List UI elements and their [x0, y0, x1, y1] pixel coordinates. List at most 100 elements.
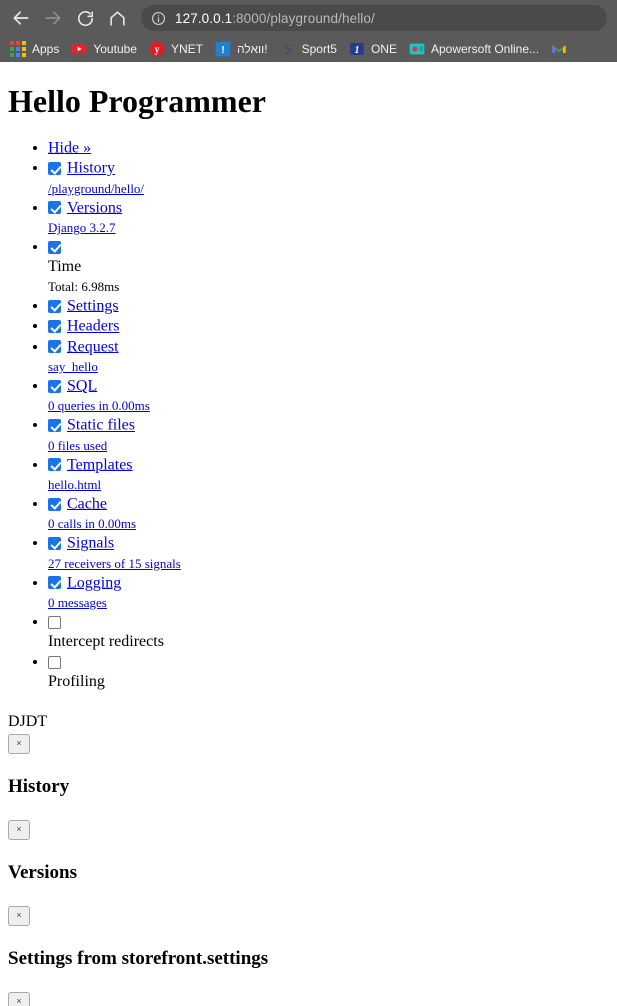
info-circle-icon[interactable]	[151, 11, 166, 26]
sub-link[interactable]: 27 receivers of 15 signals	[48, 556, 181, 571]
panel-link-headers[interactable]: Headers	[67, 318, 119, 335]
bookmark-youtube[interactable]: Youtube	[65, 38, 143, 60]
apps-grid-icon	[10, 41, 26, 57]
svg-text:y: y	[154, 44, 159, 55]
panel-link-cache[interactable]: Cache	[67, 495, 107, 512]
panel-link-versions[interactable]: Versions	[67, 199, 122, 216]
bookmarks-bar: Apps Youtube y YNET ! וואלה! 5 Sport5 1 …	[0, 36, 617, 62]
bookmark-apowersoft[interactable]: Apowersoft Online...	[403, 38, 545, 60]
sub-link[interactable]: 0 files used	[48, 438, 107, 453]
panel-checkbox-sql[interactable]	[48, 379, 61, 393]
svg-text:!: !	[221, 45, 224, 56]
panel-link-sql[interactable]: SQL	[67, 377, 97, 394]
address-bar[interactable]: 127.0.0.1:8000/playground/hello/	[141, 5, 607, 31]
section-heading-versions: Versions	[8, 861, 77, 883]
panel-link-logging[interactable]: Logging	[67, 574, 121, 591]
sub-link[interactable]: 0 queries in 0.00ms	[48, 398, 150, 413]
home-icon	[108, 9, 127, 28]
sub-link[interactable]: /playground/hello/	[48, 181, 144, 196]
bookmark-apps[interactable]: Apps	[4, 38, 65, 60]
bookmark-label: YNET	[170, 42, 203, 56]
panel-checkbox-templates[interactable]	[48, 458, 61, 472]
walla-icon: !	[215, 41, 231, 57]
sub-link[interactable]: 0 messages	[48, 595, 107, 610]
panel-checkbox-request[interactable]	[48, 340, 61, 354]
panel-label-intercept-redirects: Intercept redirects	[48, 632, 164, 650]
section-heading-history: History	[8, 775, 70, 797]
bookmark-label: Apowersoft Online...	[430, 42, 540, 56]
close-button-versions[interactable]: ×	[8, 905, 30, 926]
section-heading-settings: Settings from storefront.settings	[8, 947, 269, 969]
panel-link-signals[interactable]: Signals	[67, 535, 114, 552]
close-button-history[interactable]: ×	[8, 819, 30, 840]
panel-checkbox-profiling[interactable]	[48, 655, 61, 669]
panel-link-request[interactable]: Request	[67, 338, 119, 355]
close-button-settings[interactable]: ×	[8, 991, 30, 1006]
panel-link-templates[interactable]: Templates	[67, 456, 133, 473]
panel-label-time: Time	[48, 257, 82, 275]
panel-checkbox-time[interactable]	[48, 240, 61, 254]
bookmark-sport5[interactable]: 5 Sport5	[274, 38, 343, 60]
reload-button[interactable]	[70, 3, 100, 33]
list-item: Signals 27 receivers of 15 signals	[48, 533, 609, 572]
list-item: Intercept redirects	[48, 612, 609, 652]
sub-link[interactable]: say_hello	[48, 359, 98, 374]
bookmark-label: ONE	[370, 42, 397, 56]
arrow-left-icon	[11, 8, 31, 28]
list-item: Static files 0 files used	[48, 415, 609, 454]
list-item: History /playground/hello/	[48, 158, 609, 197]
panel-checkbox-cache[interactable]	[48, 497, 61, 511]
url-path: :8000/playground/hello/	[232, 10, 375, 26]
list-item: SQL 0 queries in 0.00ms	[48, 376, 609, 415]
panel-checkbox-headers[interactable]	[48, 320, 61, 334]
panel-label-profiling: Profiling	[48, 672, 105, 690]
debug-toolbar-list: Hide » History /playground/hello/ Versio…	[8, 138, 609, 692]
bookmark-walla[interactable]: ! וואלה!	[209, 38, 274, 60]
bookmark-ynet[interactable]: y YNET	[143, 38, 209, 60]
gmail-icon	[551, 41, 567, 57]
list-item-hide: Hide »	[48, 138, 609, 158]
forward-button[interactable]	[38, 3, 68, 33]
bookmark-gmail[interactable]	[545, 38, 579, 60]
panel-checkbox-settings[interactable]	[48, 299, 61, 313]
bookmark-label: Sport5	[301, 42, 337, 56]
list-item: Profiling	[48, 652, 609, 692]
list-item: Headers	[48, 316, 609, 336]
panel-checkbox-logging[interactable]	[48, 576, 61, 590]
hide-link[interactable]: Hide »	[48, 139, 91, 156]
page-title: Hello Programmer	[8, 83, 266, 119]
list-item: Settings	[48, 296, 609, 316]
panel-sub-time: Total: 6.98ms	[48, 277, 609, 296]
arrow-right-icon	[43, 8, 63, 28]
sub-link[interactable]: 0 calls in 0.00ms	[48, 516, 136, 531]
reload-icon	[76, 9, 95, 28]
url-text: 127.0.0.1:8000/playground/hello/	[175, 11, 375, 26]
panel-sub-templates: hello.html	[48, 475, 609, 494]
ynet-icon: y	[149, 41, 165, 57]
panel-link-history[interactable]: History	[67, 160, 115, 177]
bookmark-label: Youtube	[93, 42, 137, 56]
panel-sub-versions: Django 3.2.7	[48, 218, 609, 237]
sub-link[interactable]: hello.html	[48, 477, 101, 492]
youtube-icon	[71, 41, 87, 57]
panel-checkbox-intercept-redirects[interactable]	[48, 615, 61, 629]
panel-link-settings[interactable]: Settings	[67, 297, 119, 314]
apowersoft-icon	[409, 41, 425, 57]
back-button[interactable]	[6, 3, 36, 33]
bookmark-label: וואלה!	[236, 42, 268, 56]
panel-checkbox-history[interactable]	[48, 162, 61, 176]
panel-link-static-files[interactable]: Static files	[67, 417, 135, 434]
close-button-djdt[interactable]: ×	[8, 733, 30, 754]
bookmark-one[interactable]: 1 ONE	[343, 38, 403, 60]
sub-link[interactable]: Django 3.2.7	[48, 220, 116, 235]
panel-checkbox-static-files[interactable]	[48, 419, 61, 433]
panel-sub-logging: 0 messages	[48, 593, 609, 612]
bookmark-label: Apps	[32, 42, 60, 56]
panel-sub-request: say_hello	[48, 357, 609, 376]
panel-checkbox-signals[interactable]	[48, 537, 61, 551]
panel-checkbox-versions[interactable]	[48, 201, 61, 215]
home-button[interactable]	[102, 3, 132, 33]
sport5-icon: 5	[280, 41, 296, 57]
browser-toolbar: 127.0.0.1:8000/playground/hello/	[0, 0, 617, 36]
panel-sub-history: /playground/hello/	[48, 179, 609, 198]
